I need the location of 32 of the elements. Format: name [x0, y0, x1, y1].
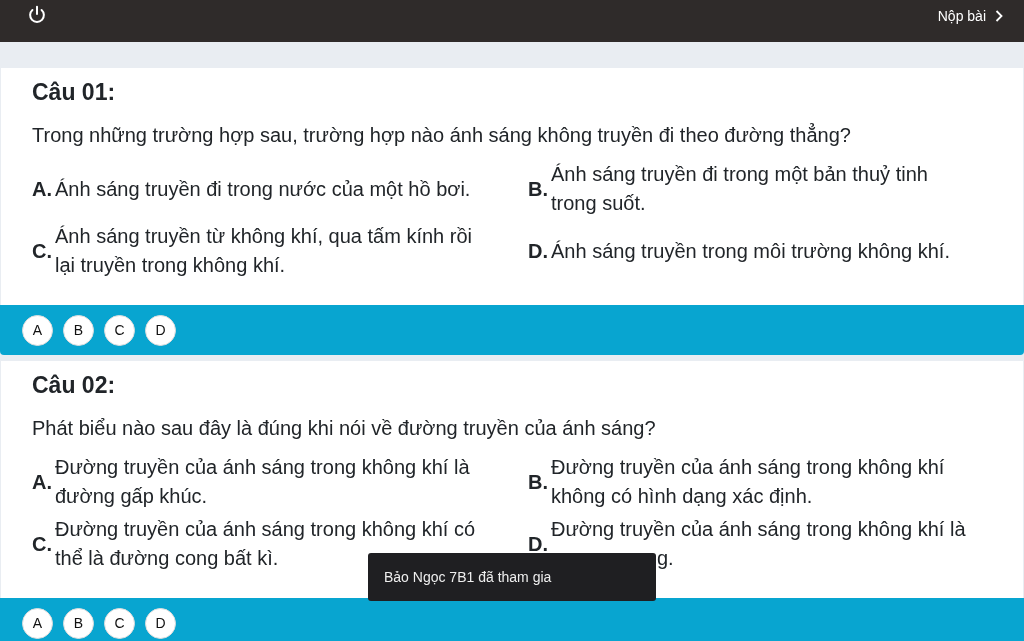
answer-choice[interactable]: B: [63, 607, 94, 639]
option-letter: B.: [528, 177, 548, 201]
option-text: Đường truyền của ánh sáng trong không khí là đường gấp khúc.: [55, 455, 471, 509]
option-text: Ánh sáng truyền từ không khí, qua tấm kính rồi lại truyền trong không khí.: [55, 224, 473, 278]
answer-choice[interactable]: A: [22, 607, 53, 639]
option-letter: D.: [528, 532, 548, 556]
option-letter: A.: [32, 177, 52, 201]
option-letter: C.: [32, 239, 52, 263]
option-letter: C.: [32, 532, 52, 556]
option-text: Đường truyền của ánh sáng trong không khí không có hình dạng xác định.: [551, 455, 946, 509]
power-icon[interactable]: [26, 4, 48, 26]
answer-choice[interactable]: C: [104, 607, 135, 639]
option-letter: B.: [528, 470, 548, 494]
answer-choice[interactable]: D: [145, 607, 176, 639]
option-text: Đường truyền của ánh sáng trong không khí là: [551, 517, 966, 542]
option-text: g.: [657, 546, 674, 571]
option-text: Ánh sáng truyền đi trong nước của một hồ bơi.: [55, 176, 471, 202]
question-text: Trong những trường hợp sau, trường hợp nào ánh sáng không truyền đi theo đường thẳng?: [32, 122, 852, 148]
chevron-right-icon: [994, 9, 1004, 23]
answer-choice[interactable]: D: [145, 314, 176, 346]
toast-notification: Bảo Ngọc 7B1 đã tham gia: [368, 553, 656, 601]
answer-choice[interactable]: B: [63, 314, 94, 346]
option-text: Ánh sáng truyền đi trong một bản thuỷ tinh trong suốt.: [551, 162, 929, 216]
answer-choice[interactable]: A: [22, 314, 53, 346]
option-letter: D.: [528, 239, 548, 263]
question-text: Phát biểu nào sau đây là đúng khi nói về đường truyền của ánh sáng?: [32, 416, 657, 441]
option-letter: A.: [32, 470, 52, 494]
question-title: Câu 02:: [32, 371, 117, 399]
option-text: Ánh sáng truyền trong môi trường không khí.: [551, 238, 950, 264]
answer-choice[interactable]: C: [104, 314, 135, 346]
question-title: Câu 01:: [32, 78, 117, 106]
submit-button[interactable]: Nộp bài: [937, 6, 1004, 26]
